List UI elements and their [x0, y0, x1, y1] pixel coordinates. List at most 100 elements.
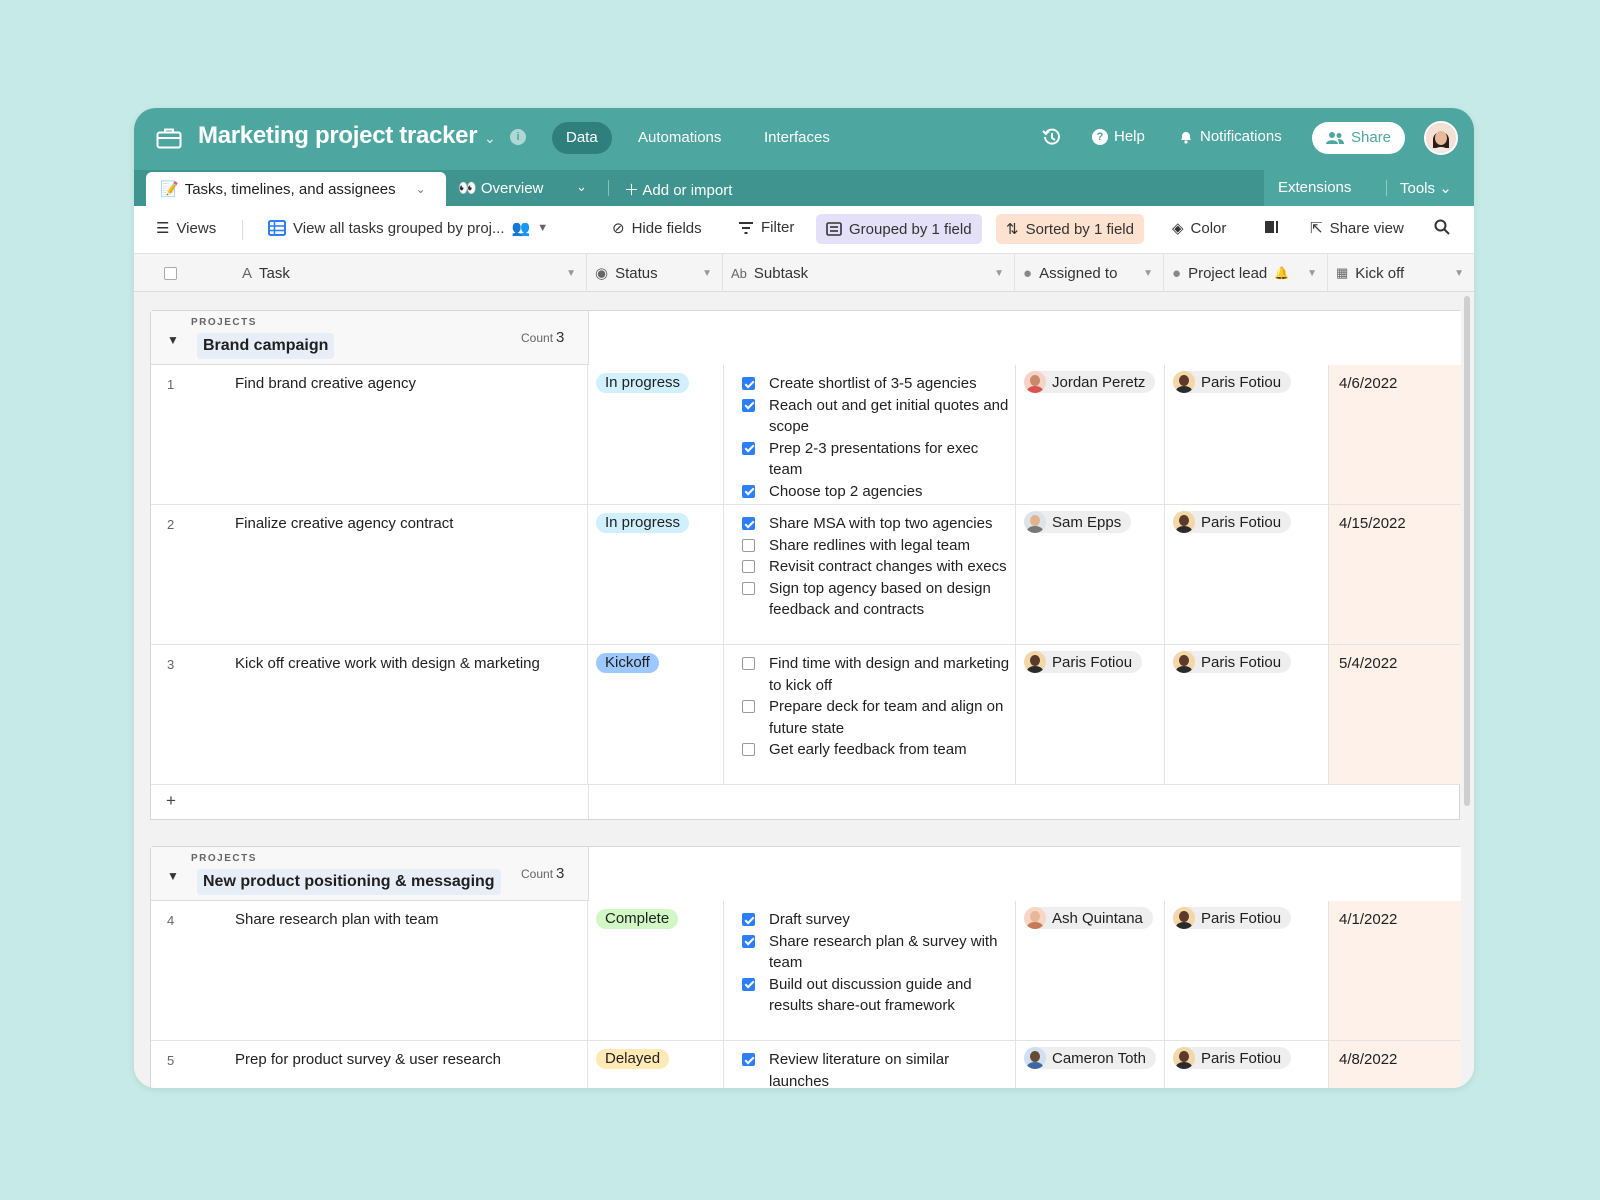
status-badge[interactable]: Kickoff: [596, 653, 659, 673]
views-button[interactable]: ☰ Views: [156, 219, 216, 238]
column-header-lead[interactable]: ● Project lead 🔔 ▼: [1164, 254, 1328, 292]
base-title[interactable]: Marketing project tracker: [198, 122, 478, 150]
add-or-import-button[interactable]: ＋ Add or import: [624, 179, 732, 200]
subtask-checkbox[interactable]: [742, 657, 755, 670]
nav-automations-tab[interactable]: Automations: [638, 129, 721, 146]
subtask-list: Draft survey Share research plan & surve…: [742, 909, 1012, 1017]
subtask-checkbox[interactable]: [742, 977, 755, 991]
table-row[interactable]: 5 Prep for product survey & user researc…: [151, 1041, 1461, 1088]
tab-overview[interactable]: 👀 Overview: [458, 179, 543, 197]
column-header-status[interactable]: ◉ Status ▼: [587, 254, 723, 292]
kickoff-date[interactable]: 4/6/2022: [1339, 375, 1397, 392]
group-header[interactable]: PROJECTS ▼ Brand campaign Count 3: [151, 311, 1461, 365]
task-cell[interactable]: Finalize creative agency contract: [235, 515, 453, 532]
column-header-kickoff[interactable]: ▦ Kick off ▼: [1328, 254, 1474, 292]
user-avatar[interactable]: [1424, 121, 1458, 155]
subtask-checkbox[interactable]: [742, 398, 755, 412]
task-cell[interactable]: Share research plan with team: [235, 911, 438, 928]
chevron-down-icon[interactable]: ▼: [1143, 268, 1153, 279]
subtask-checkbox[interactable]: [742, 743, 755, 756]
assignee-chip[interactable]: Ash Quintana: [1024, 907, 1153, 929]
subtask-checkbox[interactable]: [742, 484, 755, 498]
assignee-chip[interactable]: Sam Epps: [1024, 511, 1132, 533]
plus-icon[interactable]: +: [166, 791, 176, 811]
assignee-chip[interactable]: Paris Fotiou: [1024, 651, 1143, 673]
collapse-triangle-icon[interactable]: ▼: [167, 869, 179, 883]
subtask-checkbox[interactable]: [742, 700, 755, 713]
project-lead-chip[interactable]: Paris Fotiou: [1173, 511, 1292, 533]
extensions-button[interactable]: Extensions: [1278, 179, 1351, 196]
row-number: 4: [167, 913, 175, 928]
color-button[interactable]: ◈ Color: [1172, 219, 1226, 238]
collapse-triangle-icon[interactable]: ▼: [167, 333, 179, 347]
avatar: [1024, 371, 1046, 393]
project-lead-chip[interactable]: Paris Fotiou: [1173, 371, 1292, 393]
subtask-checkbox[interactable]: [742, 377, 755, 390]
column-header-assigned[interactable]: ● Assigned to ▼: [1015, 254, 1164, 292]
project-lead-chip[interactable]: Paris Fotiou: [1173, 651, 1292, 673]
share-view-button[interactable]: ⇱ Share view: [1310, 219, 1404, 238]
vertical-scrollbar[interactable]: [1464, 296, 1470, 806]
more-tables-chevron-icon[interactable]: ⌄: [576, 179, 587, 195]
kickoff-date[interactable]: 4/15/2022: [1339, 515, 1406, 532]
project-lead-chip[interactable]: Paris Fotiou: [1173, 907, 1292, 929]
kickoff-date[interactable]: 4/1/2022: [1339, 911, 1397, 928]
divider: [242, 220, 243, 240]
assignee-chip[interactable]: Jordan Peretz: [1024, 371, 1156, 393]
table-row[interactable]: 1 Find brand creative agency In progress…: [151, 365, 1461, 505]
select-all-checkbox[interactable]: [164, 266, 177, 280]
share-button[interactable]: Share: [1312, 122, 1406, 154]
notifications-button[interactable]: Notifications: [1178, 128, 1282, 145]
chevron-down-icon[interactable]: ⌄: [484, 130, 496, 147]
assignee-chip[interactable]: Cameron Toth: [1024, 1047, 1156, 1069]
nav-data-tab[interactable]: Data: [552, 122, 612, 154]
column-header-task[interactable]: A Task ▼: [234, 254, 587, 292]
table-row[interactable]: 4 Share research plan with team Complete…: [151, 901, 1461, 1041]
row-height-button[interactable]: [1264, 219, 1280, 235]
subtask-checkbox[interactable]: [742, 934, 755, 948]
group-button[interactable]: Grouped by 1 field: [816, 214, 982, 244]
view-switcher[interactable]: View all tasks grouped by proj... 👥 ▼: [268, 219, 548, 237]
task-cell[interactable]: Find brand creative agency: [235, 375, 416, 392]
add-record-row[interactable]: +: [151, 785, 1459, 819]
subtask-checkbox[interactable]: [742, 517, 755, 530]
status-badge[interactable]: In progress: [596, 373, 690, 393]
nav-interfaces-tab[interactable]: Interfaces: [764, 129, 830, 146]
kickoff-date[interactable]: 5/4/2022: [1339, 655, 1397, 672]
chevron-down-icon[interactable]: ▼: [566, 268, 576, 279]
select-all-cell[interactable]: [134, 254, 234, 292]
subtask-checkbox[interactable]: [742, 581, 755, 595]
kickoff-date[interactable]: 4/8/2022: [1339, 1051, 1397, 1068]
table-tab-bar: 📝 Tasks, timelines, and assignees ⌄ 👀 Ov…: [134, 170, 1474, 206]
group-header[interactable]: PROJECTS ▼ New product positioning & mes…: [151, 847, 1461, 901]
info-icon[interactable]: i: [510, 129, 526, 145]
status-badge[interactable]: Complete: [596, 909, 679, 929]
chevron-down-icon[interactable]: ▼: [994, 268, 1004, 279]
hide-fields-button[interactable]: ⊘ Hide fields: [612, 219, 702, 238]
chevron-down-icon[interactable]: ▼: [702, 268, 712, 279]
chevron-down-icon[interactable]: ▼: [1307, 268, 1317, 279]
table-row[interactable]: 2 Finalize creative agency contract In p…: [151, 505, 1461, 645]
subtask-checkbox[interactable]: [742, 538, 755, 552]
subtask-checkbox[interactable]: [742, 441, 755, 455]
help-button[interactable]: ? Help: [1092, 128, 1145, 145]
tab-tasks[interactable]: 📝 Tasks, timelines, and assignees ⌄: [146, 172, 446, 206]
subtask-checkbox[interactable]: [742, 1053, 755, 1066]
column-header-subtask[interactable]: Ab Subtask ▼: [723, 254, 1015, 292]
filter-button[interactable]: Filter: [738, 219, 794, 236]
search-button[interactable]: [1434, 219, 1450, 235]
view-name: View all tasks grouped by proj...: [293, 219, 505, 237]
task-cell[interactable]: Prep for product survey & user research: [235, 1051, 501, 1068]
task-cell[interactable]: Kick off creative work with design & mar…: [235, 655, 540, 672]
project-lead-chip[interactable]: Paris Fotiou: [1173, 1047, 1292, 1069]
history-icon[interactable]: [1042, 127, 1062, 147]
subtask-checkbox[interactable]: [742, 913, 755, 926]
table-row[interactable]: 3 Kick off creative work with design & m…: [151, 645, 1461, 785]
sort-button[interactable]: ⇅ Sorted by 1 field: [996, 214, 1144, 244]
subtask-checkbox[interactable]: [742, 560, 755, 573]
status-badge[interactable]: In progress: [596, 513, 690, 533]
status-badge[interactable]: Delayed: [596, 1049, 670, 1069]
chevron-down-icon[interactable]: ▼: [1454, 268, 1464, 279]
chevron-down-icon[interactable]: ⌄: [416, 182, 426, 196]
tools-button[interactable]: Tools ⌄: [1400, 179, 1452, 197]
